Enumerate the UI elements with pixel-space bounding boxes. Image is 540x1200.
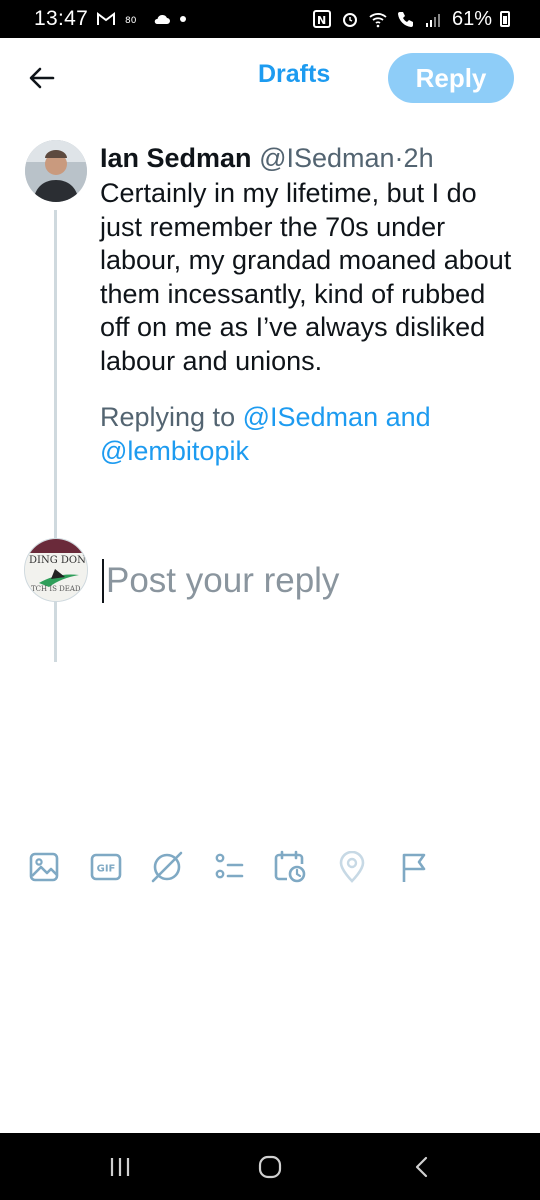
- mention-link-isedman[interactable]: @ISedman: [243, 402, 378, 432]
- compose-header: Drafts Reply: [0, 38, 540, 118]
- my-avatar[interactable]: DING DONG TCH IS DEAD: [24, 538, 88, 602]
- profile-photo-icon: [25, 140, 87, 202]
- status-right: N 61%: [312, 8, 510, 31]
- recent-apps-button[interactable]: [100, 1151, 140, 1183]
- signal-bars-icon: [424, 9, 444, 29]
- flag-icon: [402, 853, 426, 882]
- back-icon: [415, 1156, 428, 1178]
- svg-text:80: 80: [125, 16, 137, 26]
- back-arrow-button[interactable]: [22, 58, 62, 98]
- tweet-header: Ian Sedman @ISedman·2h: [100, 140, 520, 176]
- avatar[interactable]: [25, 140, 87, 202]
- gif-icon: GIF: [90, 853, 122, 881]
- battery-percent: 61%: [451, 7, 492, 30]
- location-button[interactable]: [333, 848, 371, 886]
- tweet-body: Ian Sedman @ISedman·2h Certainly in my l…: [100, 140, 520, 468]
- call-icon: [396, 9, 416, 29]
- text-caret: [102, 559, 104, 603]
- alarm-icon: [340, 9, 360, 29]
- flag-button[interactable]: [395, 848, 433, 886]
- tweet-text: Certainly in my lifetime, but I do just …: [100, 178, 512, 376]
- poll-button[interactable]: [209, 848, 247, 886]
- separator-dot: ·: [394, 143, 404, 173]
- nfc-icon: N: [312, 9, 332, 29]
- poll-icon: [215, 853, 244, 879]
- location-icon: [339, 851, 365, 883]
- image-icon: [29, 852, 59, 882]
- recent-apps-icon: [110, 1158, 130, 1176]
- compose-toolbar: GIF: [0, 842, 540, 892]
- home-button[interactable]: [250, 1151, 290, 1183]
- system-nav-bar: [0, 1133, 540, 1200]
- status-time: 13:47: [34, 7, 89, 30]
- arrow-left-icon: [29, 67, 55, 89]
- drafts-button[interactable]: Drafts: [258, 60, 330, 89]
- gmail-icon: [96, 9, 116, 29]
- grok-icon: [151, 851, 183, 883]
- tweet-timestamp: 2h: [403, 143, 434, 173]
- replying-to: Replying to @ISedman and @lembitopik: [100, 400, 520, 468]
- svg-text:N: N: [317, 14, 326, 27]
- cloud-icon: [152, 9, 172, 29]
- status-left: 13:47 80: [34, 7, 187, 31]
- notification-dot-icon: [180, 16, 187, 22]
- svg-text:DING DONG: DING DONG: [29, 555, 88, 566]
- replying-prefix: Replying to: [100, 402, 236, 432]
- svg-text:TCH IS DEAD: TCH IS DEAD: [31, 585, 81, 593]
- schedule-icon: [274, 850, 306, 883]
- status-bar: 13:47 80 N 61%: [0, 0, 540, 38]
- gif-button[interactable]: GIF: [87, 848, 125, 886]
- author-name[interactable]: Ian Sedman: [100, 143, 252, 173]
- nav-back-button[interactable]: [402, 1151, 442, 1183]
- grok-button[interactable]: [148, 848, 186, 886]
- signal-app-icon: 80: [124, 9, 144, 29]
- reply-input[interactable]: Post your reply: [102, 556, 522, 606]
- author-handle[interactable]: @ISedman: [259, 143, 394, 173]
- wifi-icon: [368, 9, 388, 29]
- replying-and[interactable]: and: [386, 402, 431, 432]
- battery-icon: [500, 11, 510, 27]
- image-button[interactable]: [25, 848, 63, 886]
- reply-placeholder: Post your reply: [106, 561, 340, 600]
- profile-photo-icon: DING DONG TCH IS DEAD: [25, 539, 88, 601]
- home-icon: [258, 1155, 282, 1179]
- gif-label: GIF: [97, 864, 116, 875]
- schedule-button[interactable]: [271, 848, 309, 886]
- mention-link-lembitopik[interactable]: @lembitopik: [100, 436, 249, 466]
- reply-button[interactable]: Reply: [388, 53, 514, 103]
